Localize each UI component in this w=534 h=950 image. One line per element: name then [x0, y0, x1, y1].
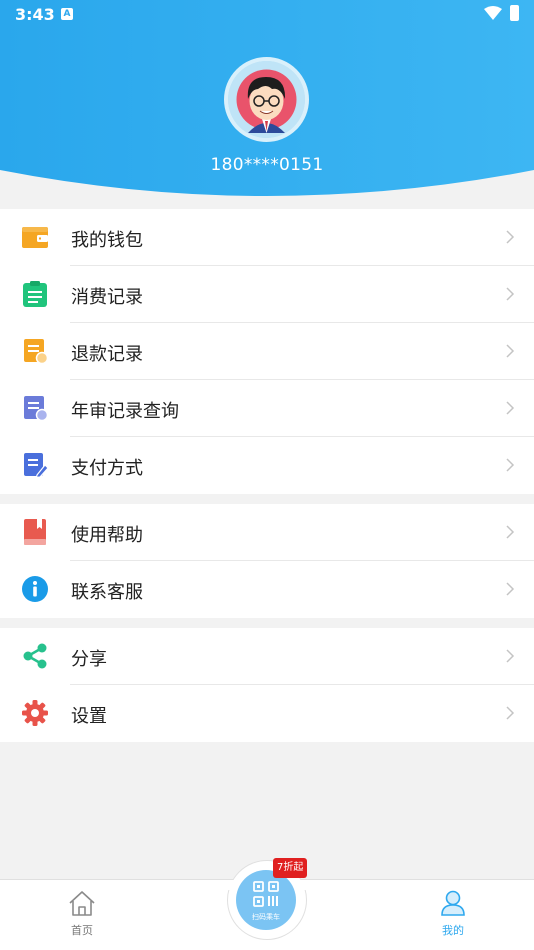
- tab-home-label: 首页: [71, 924, 93, 937]
- menu-item-label: 年审记录查询: [71, 401, 179, 422]
- tab-mine-label: 我的: [442, 924, 464, 937]
- menu-item-label: 联系客服: [71, 582, 143, 603]
- menu-group-other: 分享 设置: [0, 628, 534, 742]
- menu-item-settings[interactable]: 设置: [0, 685, 534, 742]
- battery-icon: [510, 5, 519, 21]
- scan-ride-button[interactable]: 扫码乘车: [236, 870, 296, 930]
- tab-mine[interactable]: 我的: [423, 890, 483, 938]
- menu-item-label: 使用帮助: [71, 525, 143, 546]
- tab-home[interactable]: 首页: [52, 890, 112, 938]
- menu-item-label: 分享: [71, 649, 107, 670]
- gear-icon: [22, 700, 48, 726]
- wallet-icon: [22, 227, 48, 248]
- menu-group-account: 我的钱包 消费记录 退款记录 年审记录查询 支付方式: [0, 209, 534, 494]
- chevron-right-icon: [506, 401, 515, 415]
- edit-doc-icon: [24, 453, 48, 478]
- share-icon: [23, 643, 47, 669]
- chevron-right-icon: [506, 525, 515, 539]
- home-icon: [69, 891, 95, 916]
- menu-item-customer-service[interactable]: 联系客服: [0, 561, 534, 618]
- wifi-icon: [484, 6, 502, 20]
- menu-item-wallet[interactable]: 我的钱包: [0, 209, 534, 266]
- menu-item-label: 我的钱包: [71, 230, 143, 251]
- chevron-right-icon: [506, 287, 515, 301]
- chevron-right-icon: [506, 458, 515, 472]
- menu-item-refund-records[interactable]: 退款记录: [0, 323, 534, 380]
- chevron-right-icon: [506, 649, 515, 663]
- qr-code-icon: [253, 881, 279, 907]
- book-icon: [24, 519, 46, 545]
- menu-item-consumption-records[interactable]: 消费记录: [0, 266, 534, 323]
- menu-group-help: 使用帮助 联系客服: [0, 504, 534, 618]
- status-time: 3:43: [15, 5, 55, 24]
- menu-item-label: 设置: [71, 706, 107, 727]
- refund-doc-icon: [24, 339, 48, 364]
- chevron-right-icon: [506, 230, 515, 244]
- info-icon: [22, 576, 48, 602]
- menu-item-label: 消费记录: [71, 287, 143, 308]
- menu-item-share[interactable]: 分享: [0, 628, 534, 685]
- scan-ride-label: 扫码乘车: [252, 913, 280, 921]
- avatar[interactable]: [224, 57, 309, 142]
- clipboard-icon: [23, 281, 47, 307]
- user-icon: [441, 890, 465, 916]
- chevron-right-icon: [506, 706, 515, 720]
- menu-item-label: 退款记录: [71, 344, 143, 365]
- audit-doc-icon: [24, 396, 48, 421]
- discount-badge: 7折起: [273, 858, 308, 878]
- chevron-right-icon: [506, 344, 515, 358]
- menu-item-annual-audit-query[interactable]: 年审记录查询: [0, 380, 534, 437]
- menu-item-help[interactable]: 使用帮助: [0, 504, 534, 561]
- phone-number: 180****0151: [210, 155, 324, 175]
- avatar-cartoon-icon: [228, 61, 305, 138]
- chevron-right-icon: [506, 582, 515, 596]
- menu-item-payment-method[interactable]: 支付方式: [0, 437, 534, 494]
- menu-item-label: 支付方式: [71, 458, 143, 479]
- status-bar: 3:43 A: [0, 0, 534, 28]
- notification-a-icon: A: [61, 8, 73, 20]
